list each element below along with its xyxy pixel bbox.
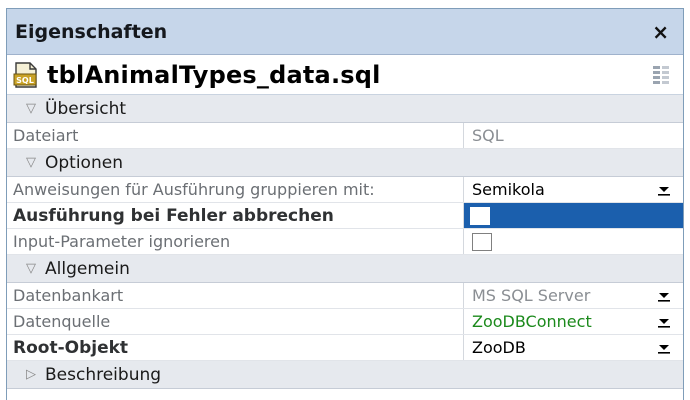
sql-file-icon: SQL — [13, 61, 37, 88]
section-label: Beschreibung — [45, 364, 162, 385]
select-value: MS SQL Server — [472, 286, 591, 305]
collapse-triangle-icon: ▽ — [26, 155, 36, 170]
properties-panel: Eigenschaften × SQL tblAnimalTypes_data.… — [6, 8, 684, 400]
property-row-anweisungen[interactable]: Anweisungen für Ausführung gruppieren mi… — [7, 177, 683, 203]
section-label: Optionen — [45, 152, 123, 173]
property-label: Dateiart — [7, 123, 464, 148]
file-header: SQL tblAnimalTypes_data.sql — [7, 55, 683, 95]
panel-title: Eigenschaften — [15, 20, 168, 43]
section-uebersicht[interactable]: ▽ Übersicht — [7, 95, 683, 123]
abbrechen-checkbox[interactable] — [470, 206, 490, 225]
property-label: Datenquelle — [7, 309, 464, 334]
section-allgemein[interactable]: ▽ Allgemein — [7, 255, 683, 283]
property-value-checkbox[interactable] — [464, 229, 683, 254]
property-row-datenbankart[interactable]: Datenbankart MS SQL Server — [7, 283, 683, 309]
input-parameter-checkbox[interactable] — [472, 232, 492, 251]
property-row-dateiart[interactable]: Dateiart SQL — [7, 123, 683, 149]
expand-triangle-icon: ▷ — [26, 367, 36, 382]
collapse-triangle-icon: ▽ — [26, 261, 36, 276]
dropdown-arrow-icon[interactable] — [653, 340, 675, 356]
view-toggle-icon[interactable] — [651, 64, 671, 86]
property-label: Root-Objekt — [7, 335, 464, 360]
property-label: Anweisungen für Ausführung gruppieren mi… — [7, 177, 464, 202]
file-name: tblAnimalTypes_data.sql — [47, 60, 381, 89]
dropdown-arrow-icon[interactable] — [653, 314, 675, 330]
section-label: Übersicht — [45, 98, 127, 119]
property-value-checkbox[interactable] — [464, 203, 683, 228]
property-row-abbrechen[interactable]: Ausführung bei Fehler abbrechen — [7, 203, 683, 229]
sql-file-icon-text: SQL — [16, 76, 34, 85]
property-row-input-parameter[interactable]: Input-Parameter ignorieren — [7, 229, 683, 255]
section-optionen[interactable]: ▽ Optionen — [7, 149, 683, 177]
property-value-select[interactable]: ZooDB — [464, 335, 683, 360]
collapse-triangle-icon: ▽ — [26, 101, 36, 116]
property-value-select[interactable]: MS SQL Server — [464, 283, 683, 308]
property-label: Datenbankart — [7, 283, 464, 308]
panel-titlebar: Eigenschaften × — [7, 9, 683, 55]
select-value: ZooDBConnect — [472, 312, 592, 331]
select-value: Semikola — [472, 180, 545, 199]
property-label: Ausführung bei Fehler abbrechen — [7, 203, 464, 228]
property-value-select[interactable]: Semikola — [464, 177, 683, 202]
property-value-select[interactable]: ZooDBConnect — [464, 309, 683, 334]
close-icon[interactable]: × — [652, 20, 669, 44]
dropdown-arrow-icon[interactable] — [653, 288, 675, 304]
property-label: Input-Parameter ignorieren — [7, 229, 464, 254]
property-row-datenquelle[interactable]: Datenquelle ZooDBConnect — [7, 309, 683, 335]
property-value: SQL — [472, 126, 504, 145]
dropdown-arrow-icon[interactable] — [653, 182, 675, 198]
select-value: ZooDB — [472, 338, 526, 357]
property-row-root-objekt[interactable]: Root-Objekt ZooDB — [7, 335, 683, 361]
section-beschreibung[interactable]: ▷ Beschreibung — [7, 361, 683, 389]
section-label: Allgemein — [45, 258, 130, 279]
